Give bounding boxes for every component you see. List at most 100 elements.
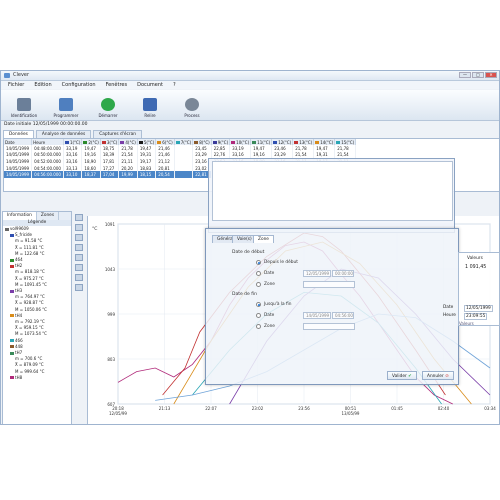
- cursor-values-panel: Valeurs 1 091,45 Date 12/05/1999 Heure 2…: [443, 252, 500, 326]
- legend-item-label: m = 764.97 °C: [15, 294, 45, 300]
- main-tabs: Données Analyse de données Captures d'éc…: [1, 130, 499, 139]
- table-cell: 33,16: [63, 151, 83, 159]
- column-header[interactable]: 8(°C): [192, 139, 212, 145]
- table-cell: 21,11: [118, 158, 138, 165]
- radio-end-date[interactable]: [256, 313, 261, 318]
- left-panel: Information Zones Légende vol99609 S_fric…: [2, 211, 72, 424]
- settings-icon[interactable]: [75, 284, 83, 291]
- programmer-button[interactable]: Programmer: [47, 90, 85, 118]
- start-zone-label: Zone: [264, 282, 275, 287]
- column-header[interactable]: 11(°C): [250, 139, 273, 145]
- column-header-label: 11(°C): [257, 139, 271, 145]
- maximize-button[interactable]: □: [472, 72, 484, 78]
- start-time-field[interactable]: 00:00:00: [332, 270, 354, 277]
- legend-tree: vol99609 S_fricide m = 91.58 °C X̄ = 111.81…: [3, 226, 71, 381]
- legend-item-label: X̄ = 928.87 °C: [15, 300, 44, 306]
- series-color-swatch: [157, 141, 162, 144]
- table-cell: [174, 158, 194, 165]
- menu-fenetres[interactable]: Fenêtres: [103, 82, 131, 88]
- start-zone-select[interactable]: [303, 281, 355, 288]
- window-title: Clever: [13, 72, 30, 78]
- table-cell: 14/05/1999: [4, 145, 33, 152]
- column-header[interactable]: 3(°C): [100, 139, 120, 145]
- column-header[interactable]: 2(°C): [81, 139, 101, 145]
- zoom-out-icon[interactable]: [75, 224, 83, 231]
- process-button[interactable]: Process: [173, 90, 211, 118]
- tab-zones[interactable]: Zones: [37, 212, 60, 220]
- date-initiale: Date initiale 12/05/1999 00:00:00.00: [4, 122, 88, 127]
- legend-item[interactable]: tH8: [5, 375, 71, 381]
- series-color-swatch: [10, 289, 14, 293]
- end-zone-select[interactable]: [303, 323, 355, 330]
- table-cell: 21,78: [118, 145, 138, 152]
- relire-button[interactable]: Relire: [131, 90, 169, 118]
- dialog-tab-zone[interactable]: Zone: [253, 235, 274, 243]
- end-date-field[interactable]: 14/05/1999: [303, 312, 331, 319]
- column-header[interactable]: 5(°C): [137, 139, 157, 145]
- column-header[interactable]: 15(°C): [334, 139, 357, 145]
- end-time-field[interactable]: 04:56:00: [332, 312, 354, 319]
- relire-label: Relire: [144, 113, 156, 118]
- zoom-in-icon[interactable]: [75, 214, 83, 221]
- table-cell: [174, 164, 194, 172]
- table-cell: 04:56:00.000: [31, 171, 64, 178]
- demarrer-button[interactable]: Démarrer: [89, 90, 127, 118]
- column-header[interactable]: 9(°C): [211, 139, 231, 145]
- legend-item-label: tH3: [15, 288, 23, 294]
- column-header[interactable]: 12(°C): [271, 139, 294, 145]
- cursor-icon[interactable]: [75, 244, 83, 251]
- x-tick-label: 01:45: [391, 406, 403, 411]
- values-header: Valeurs: [467, 256, 483, 261]
- radio-end-finish[interactable]: [256, 302, 261, 307]
- export-icon[interactable]: [75, 274, 83, 281]
- minimize-button[interactable]: —: [459, 72, 471, 78]
- validate-button[interactable]: Valider ✔: [387, 371, 417, 380]
- table-cell: 33,16: [63, 158, 83, 165]
- menu-edition[interactable]: Edition: [31, 82, 54, 88]
- menu-help[interactable]: ?: [170, 82, 179, 88]
- y-tick-label: 1091: [105, 222, 116, 227]
- series-color-swatch: [194, 141, 199, 144]
- end-zone-label: Zone: [264, 324, 275, 329]
- radio-start-zone[interactable]: [256, 282, 261, 287]
- menu-configuration[interactable]: Configuration: [59, 82, 99, 88]
- column-header[interactable]: 1(°C): [63, 139, 83, 145]
- column-header[interactable]: 4(°C): [118, 139, 138, 145]
- gears-icon: [185, 98, 199, 111]
- x-tick-label: 02:40: [438, 406, 450, 411]
- check-icon: ✔: [408, 374, 412, 379]
- close-button[interactable]: ✕: [485, 72, 497, 78]
- legend-item-label: 466: [15, 337, 23, 343]
- y-tick-label: 999: [107, 312, 115, 317]
- toolbar: Identification Programmer Démarrer Relir…: [1, 90, 499, 121]
- cancel-button[interactable]: Annuler ⊘: [422, 371, 454, 380]
- tab-information[interactable]: Information: [3, 212, 37, 220]
- radio-start-date[interactable]: [256, 271, 261, 276]
- table-cell: 19,47: [250, 145, 273, 152]
- identification-button[interactable]: Identification: [5, 90, 43, 118]
- menu-document[interactable]: Document: [134, 82, 166, 88]
- column-header-label: 6(°C): [162, 139, 173, 145]
- radio-start-begin[interactable]: [256, 260, 261, 265]
- column-header[interactable]: 10(°C): [229, 139, 252, 145]
- column-header[interactable]: 14(°C): [313, 139, 336, 145]
- series-color-swatch: [212, 141, 217, 144]
- y-axis-label: °C: [92, 226, 97, 232]
- print-icon[interactable]: [75, 254, 83, 261]
- series-color-swatch: [10, 233, 14, 237]
- column-header-label: 4(°C): [125, 139, 136, 145]
- table-cell: 17,27: [100, 164, 120, 172]
- column-header[interactable]: 13(°C): [292, 139, 315, 145]
- menu-fichier[interactable]: Fichier: [5, 82, 27, 88]
- table-row[interactable]: 14/05/1999 04:48:00.000 33,19 19,47 18,75 21,…: [4, 145, 357, 152]
- grid-icon[interactable]: [75, 264, 83, 271]
- radio-end-zone[interactable]: [256, 324, 261, 329]
- pan-icon[interactable]: [75, 234, 83, 241]
- table-cell: 14/05/1999: [4, 171, 33, 178]
- column-header[interactable]: 6(°C): [155, 139, 175, 145]
- column-header-label: 8(°C): [199, 139, 210, 145]
- series-color-swatch: [10, 258, 14, 262]
- start-date-field[interactable]: 12/05/1999: [303, 270, 331, 277]
- column-header[interactable]: 7(°C): [174, 139, 194, 145]
- legend-item-label: m = 91.58 °C: [15, 238, 43, 244]
